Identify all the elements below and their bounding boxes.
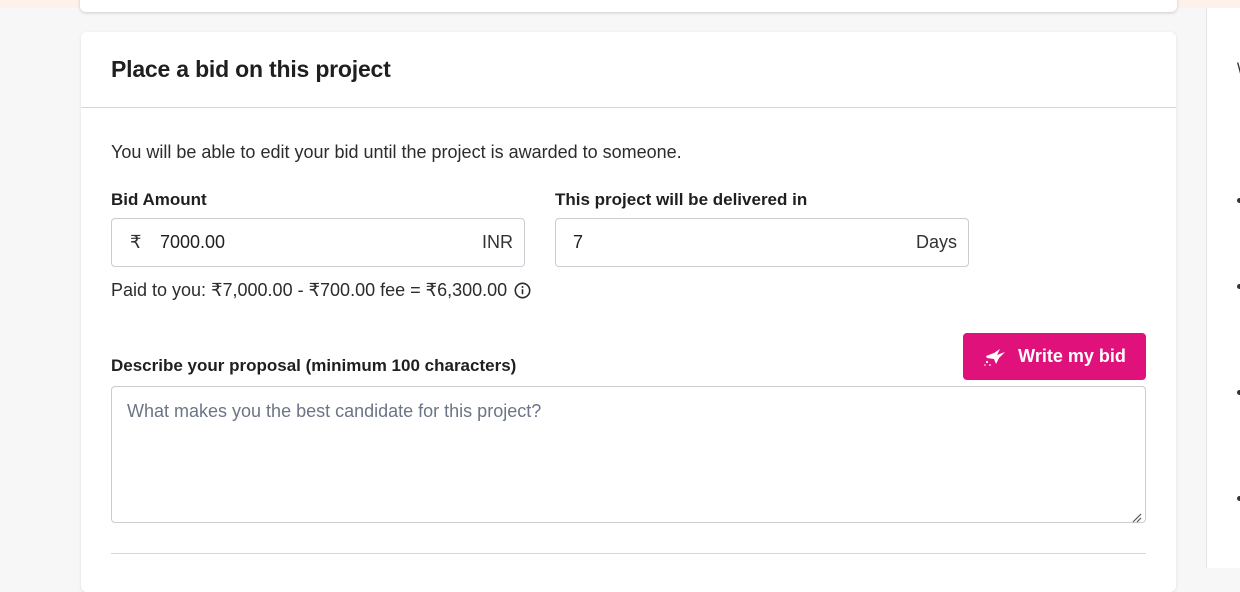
hummingbird-sparkle-icon xyxy=(983,347,1009,367)
bid-amount-value[interactable]: 7000.00 xyxy=(160,232,482,253)
bid-card: Place a bid on this project You will be … xyxy=(81,32,1176,592)
resize-grip-icon[interactable] xyxy=(1132,510,1142,528)
section-divider xyxy=(111,553,1146,554)
write-my-bid-label: Write my bid xyxy=(1018,346,1126,366)
delivery-days-field[interactable]: 7 Days xyxy=(555,218,969,267)
delivery-days-value[interactable]: 7 xyxy=(573,232,916,253)
proposal-textarea[interactable] xyxy=(111,386,1146,523)
bid-intro-text: You will be able to edit your bid until … xyxy=(111,142,682,162)
bid-amount-label: Bid Amount xyxy=(111,190,207,209)
delivery-label: This project will be delivered in xyxy=(555,190,808,209)
rupee-symbol: ₹ xyxy=(130,232,142,252)
card-header: Place a bid on this project xyxy=(81,32,1176,108)
delivery-unit: Days xyxy=(915,232,957,252)
proposal-label: Describe your proposal (minimum 100 char… xyxy=(111,356,517,375)
paid-summary-text: Paid to you: ₹7,000.00 - ₹700.00 fee = ₹… xyxy=(111,280,508,300)
paid-summary: Paid to you: ₹7,000.00 - ₹700.00 fee = ₹… xyxy=(111,280,531,301)
card-title: Place a bid on this project xyxy=(111,56,391,82)
bid-amount-field[interactable]: ₹ 7000.00 INR xyxy=(111,218,525,267)
info-circle-icon[interactable] xyxy=(514,282,531,299)
write-my-bid-button[interactable]: Write my bid xyxy=(963,333,1146,380)
currency-code: INR xyxy=(482,232,513,252)
previous-card-bottom xyxy=(80,0,1177,12)
right-sidebar-panel: \u200b xyxy=(1206,8,1240,568)
